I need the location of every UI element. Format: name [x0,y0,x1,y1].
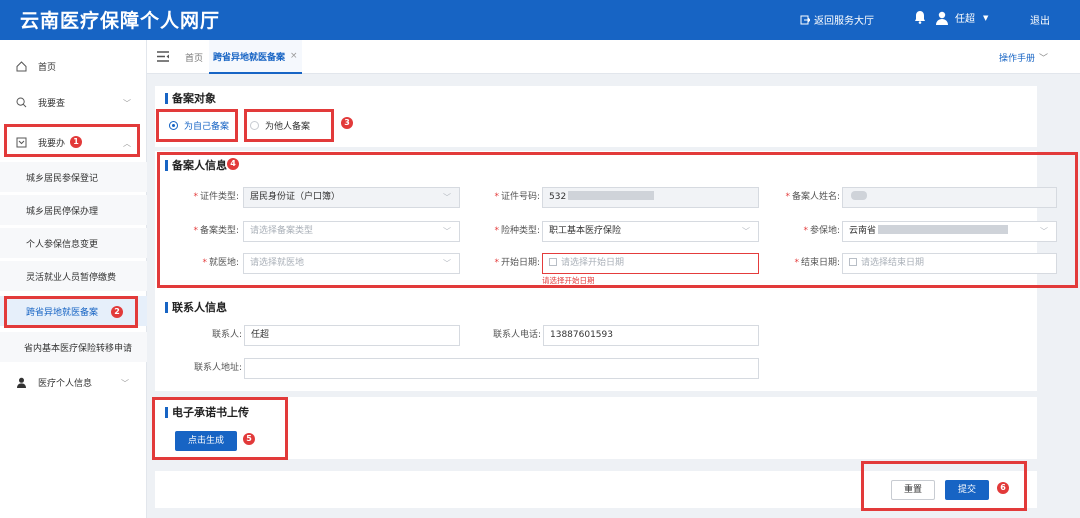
start-date-label: * 开始日期: [494,258,540,268]
generate-button[interactable]: 点击生成 [175,431,237,451]
contact-name-label: 联系人: [211,330,242,340]
chevron-down-icon: ﹀ [443,193,451,202]
tab-home[interactable]: 首页 [185,40,203,74]
insured-place-label: * 参保地: [803,226,840,236]
start-date-picker[interactable]: 请选择开始日期 [542,253,759,274]
contact-address-label: 联系人地址: [193,363,242,373]
section-title-target: 备案对象 [165,93,216,104]
section-title-contact: 联系人信息 [165,302,227,313]
section-title-info: 备案人信息 [165,160,227,171]
sidebar-subitem-transfer[interactable]: 省内基本医疗保险转移申请 [0,332,147,362]
sidebar-item-query[interactable]: 我要查 ﹀ [0,86,147,118]
record-type-label: * 备案类型: [193,226,239,236]
sidebar-subitem-info-change[interactable]: 个人参保信息变更 [0,228,147,258]
bell-icon [915,11,925,24]
user-icon [14,377,28,388]
sidebar-subitem-resident-suspend[interactable]: 城乡居民停保办理 [0,195,147,225]
target-card: 备案对象 为自己备案 为他人备案 [155,86,1037,147]
chevron-down-icon: ﹀ [123,99,131,108]
sidebar-subitem-flexible-pause[interactable]: 灵活就业人员暂停缴费 [0,261,147,291]
calendar-icon [549,258,557,266]
annotation-badge: 1 [70,136,82,148]
id-number-label: * 证件号码: [494,192,540,202]
annotation-badge: 6 [997,482,1009,494]
chevron-down-icon: ﹀ [121,379,129,388]
end-date-label: * 结束日期: [794,258,840,268]
sidebar-item-home[interactable]: 首页 [0,50,147,82]
insured-place-select[interactable]: 云南省 ﹀ [842,221,1057,242]
sidebar-item-label: 我要查 [38,98,66,109]
annotation-badge: 4 [227,158,239,170]
contact-name-input[interactable]: 任超 [244,325,460,346]
id-type-label: * 证件类型: [193,192,239,202]
radio-label: 为他人备案 [265,122,311,132]
radio-other[interactable]: 为他人备案 [250,119,310,132]
radio-label: 为自己备案 [184,122,230,132]
actions-card: 重置 提交 [155,471,1037,508]
annotation-badge: 2 [111,306,123,318]
chevron-down-icon: ﹀ [742,227,750,236]
search-icon [14,97,28,108]
record-type-select[interactable]: 请选择备案类型 ﹀ [243,221,460,242]
inbox-icon [14,137,28,148]
medical-place-select[interactable]: 请选择就医地 ﹀ [243,253,460,274]
app-title: 云南医疗保障个人网厅 [20,10,221,32]
end-date-picker[interactable]: 请选择结束日期 [842,253,1057,274]
insurance-type-label: * 险种类型: [494,226,540,236]
sidebar: 首页 我要查 ﹀ 我要办 ︿ 城乡居民参保登记 城乡居民停保办理 个人参保信息变… [0,40,147,518]
exit-box-icon [800,15,810,24]
contact-phone-input[interactable]: 13887601593 [543,325,759,346]
submit-button[interactable]: 提交 [945,480,989,500]
sidebar-item-label: 医疗个人信息 [38,378,93,389]
annotation-badge: 3 [341,117,353,129]
reset-button[interactable]: 重置 [891,480,935,500]
contact-card: 联系人信息 联系人: 任超 联系人电话: 13887601593 联系人地址: [155,293,1037,391]
radio-checked-icon [169,121,178,130]
chevron-down-icon: ﹀ [443,259,451,268]
home-icon [14,60,28,72]
medical-place-label: * 就医地: [202,258,239,268]
radio-self[interactable]: 为自己备案 [169,119,229,132]
upload-card: 电子承诺书上传 点击生成 [155,397,1037,459]
back-to-hall-link[interactable]: 返回服务大厅 [800,12,874,27]
manual-dropdown[interactable]: 操作手册 ﹀ [999,40,1048,74]
sidebar-subitem-resident-enroll[interactable]: 城乡居民参保登记 [0,162,147,192]
caret-down-icon: ▼ [983,13,989,22]
close-icon[interactable]: × [290,51,298,61]
user-name: 任超 [955,14,975,25]
sidebar-item-personal-info[interactable]: 医疗个人信息 ﹀ [0,366,147,398]
tab-bar: 首页 跨省异地就医备案 × 操作手册 ﹀ [147,40,1080,74]
chevron-down-icon: ﹀ [443,227,451,236]
id-type-select[interactable]: 居民身份证（户口簿） ﹀ [243,187,460,208]
start-date-error: 请选择开始日期 [542,276,595,285]
contact-address-input[interactable] [244,358,759,379]
id-number-field[interactable]: 532 [542,187,759,208]
chevron-down-icon: ﹀ [1039,53,1049,64]
tab-label: 跨省异地就医备案 [213,52,286,63]
user-menu[interactable]: 任超 ▼ [935,10,988,25]
radio-unchecked-icon [250,121,259,130]
recorder-name-label: * 备案人姓名: [785,192,840,202]
menu-toggle-icon[interactable] [157,51,169,65]
chevron-down-icon: ﹀ [1040,227,1048,236]
user-icon [936,11,948,25]
calendar-icon [849,258,857,266]
sidebar-item-label: 首页 [38,62,57,73]
annotation-badge: 5 [243,433,255,445]
sidebar-item-label: 我要办 [38,138,66,149]
sidebar-subitem-cross-province[interactable]: 跨省异地就医备案 [0,296,147,326]
logout-button[interactable]: 退出 [1030,12,1050,27]
main-content: 首页 跨省异地就医备案 × 操作手册 ﹀ 备案对象 为自己备案 为他人备案 备案… [147,40,1080,518]
insurance-type-select[interactable]: 职工基本医疗保险 ﹀ [542,221,759,242]
chevron-up-icon: ︿ [123,139,131,148]
tab-cross-province[interactable]: 跨省异地就医备案 × [209,40,302,74]
back-to-hall-label: 返回服务大厅 [814,16,874,27]
contact-phone-label: 联系人电话: [492,330,541,340]
recorder-name-field[interactable] [842,187,1057,208]
notification-button[interactable] [914,10,930,24]
top-bar: 云南医疗保障个人网厅 返回服务大厅 任超 ▼ 退出 [0,0,1080,40]
section-title-upload: 电子承诺书上传 [165,407,249,418]
manual-label: 操作手册 [999,53,1036,64]
